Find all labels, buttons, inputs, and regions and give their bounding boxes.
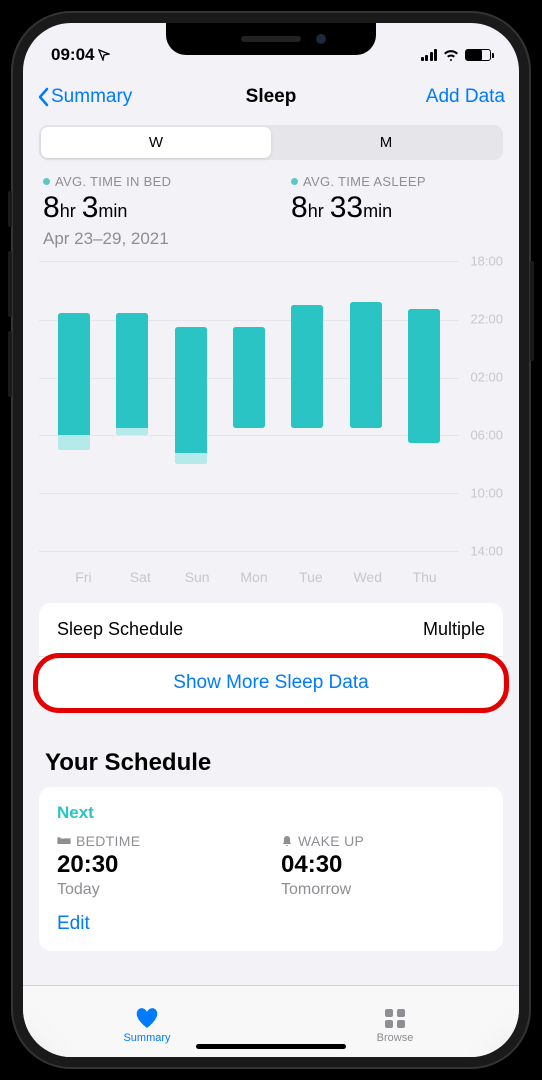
bed-icon bbox=[57, 836, 71, 846]
chart-bar[interactable] bbox=[45, 262, 103, 551]
back-button[interactable]: Summary bbox=[37, 86, 132, 108]
x-tick: Mon bbox=[226, 569, 283, 585]
chart-bar[interactable] bbox=[103, 262, 161, 551]
y-tick: 10:00 bbox=[470, 486, 503, 501]
sleep-chart[interactable]: 18:0022:0002:0006:0010:0014:00 bbox=[39, 261, 503, 551]
sleep-schedule-value: Multiple bbox=[423, 619, 485, 640]
chart-bar[interactable] bbox=[220, 262, 278, 551]
your-schedule-title: Your Schedule bbox=[23, 733, 519, 787]
page-title: Sleep bbox=[246, 86, 297, 108]
segment-week[interactable]: W bbox=[41, 127, 271, 158]
x-tick: Thu bbox=[396, 569, 453, 585]
home-indicator[interactable] bbox=[196, 1044, 346, 1049]
x-tick: Wed bbox=[339, 569, 396, 585]
add-data-button[interactable]: Add Data bbox=[426, 86, 505, 108]
x-tick: Sun bbox=[169, 569, 226, 585]
chart-bar[interactable] bbox=[336, 262, 394, 551]
location-icon bbox=[98, 49, 110, 61]
nav-header: Summary Sleep Add Data bbox=[23, 73, 519, 121]
date-range: Apr 23–29, 2021 bbox=[23, 225, 519, 261]
y-tick: 06:00 bbox=[470, 428, 503, 443]
y-tick: 18:00 bbox=[470, 254, 503, 269]
segmented-control[interactable]: W M bbox=[39, 125, 503, 160]
dot-icon bbox=[291, 178, 298, 185]
grid-icon bbox=[382, 1006, 408, 1030]
schedule-card: Next BEDTIME 20:30 Today WAKE UP bbox=[39, 787, 503, 951]
y-tick: 14:00 bbox=[470, 544, 503, 559]
wake-block: WAKE UP 04:30 Tomorrow bbox=[281, 833, 485, 899]
signal-icon bbox=[421, 49, 438, 61]
chart-bar[interactable] bbox=[395, 262, 453, 551]
x-tick: Tue bbox=[282, 569, 339, 585]
segment-month[interactable]: M bbox=[271, 127, 501, 158]
bell-icon bbox=[281, 835, 293, 847]
stats-row: AVG. TIME IN BED 8hr3min AVG. TIME ASLEE… bbox=[23, 174, 519, 225]
content-scroll[interactable]: W M AVG. TIME IN BED 8hr3min AVG. TIME A… bbox=[23, 121, 519, 985]
status-time: 09:04 bbox=[51, 45, 110, 65]
x-tick: Sat bbox=[112, 569, 169, 585]
sleep-schedule-row[interactable]: Sleep Schedule Multiple bbox=[39, 603, 503, 657]
sleep-schedule-label: Sleep Schedule bbox=[57, 619, 183, 640]
phone-frame: 09:04 Summary Sleep Add Data W M bbox=[11, 11, 531, 1069]
phone-screen: 09:04 Summary Sleep Add Data W M bbox=[23, 23, 519, 1057]
chart-bar[interactable] bbox=[162, 262, 220, 551]
heart-icon bbox=[134, 1006, 160, 1030]
edit-schedule-button[interactable]: Edit bbox=[57, 913, 485, 935]
stat-in-bed: AVG. TIME IN BED 8hr3min bbox=[43, 174, 251, 225]
chevron-left-icon bbox=[37, 87, 49, 107]
stat-asleep: AVG. TIME ASLEEP 8hr33min bbox=[291, 174, 499, 225]
show-more-sleep-data-button[interactable]: Show More Sleep Data bbox=[39, 657, 503, 709]
notch bbox=[166, 23, 376, 55]
bedtime-block: BEDTIME 20:30 Today bbox=[57, 833, 261, 899]
dot-icon bbox=[43, 178, 50, 185]
chart-bar[interactable] bbox=[278, 262, 336, 551]
next-label: Next bbox=[57, 803, 485, 823]
y-tick: 22:00 bbox=[470, 312, 503, 327]
x-tick: Fri bbox=[55, 569, 112, 585]
battery-icon bbox=[465, 49, 491, 61]
wifi-icon bbox=[443, 49, 459, 61]
y-tick: 02:00 bbox=[470, 370, 503, 385]
